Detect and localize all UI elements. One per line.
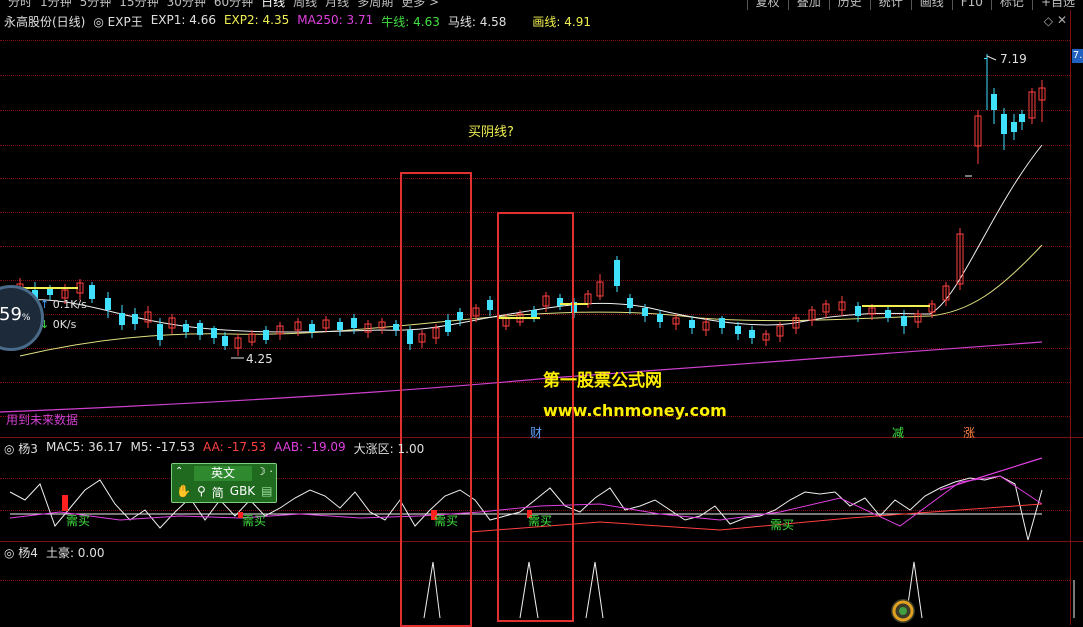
speed-percent-value: 59 <box>0 304 22 325</box>
buy-signal-label: 需买 <box>770 518 795 532</box>
low-price-label: 4.25 <box>246 352 273 366</box>
upload-rate: ↑ 0.1K/s <box>40 298 87 311</box>
future-data-note: 用到未来数据 <box>6 413 79 427</box>
chevron-expand-icon[interactable]: ⌃ <box>175 466 183 477</box>
buy-signal-label: 需买 <box>434 514 459 528</box>
sub-panel-2-name-text: 杨4 <box>18 546 38 560</box>
watermark-title: 第一股票公式网 <box>543 371 662 391</box>
legend-aab: AAB: -19.09 <box>274 440 346 454</box>
search-icon[interactable]: ⚲ <box>197 484 206 501</box>
legend-aa: AA: -17.53 <box>203 440 267 454</box>
ime-mode-button[interactable]: 英文 <box>194 466 252 481</box>
hand-icon[interactable]: ✋ <box>176 484 191 501</box>
ime-encoding-button[interactable]: GBK <box>230 484 255 501</box>
watermark-url: www.chnmoney.com <box>543 401 727 420</box>
buy-signal-label: 需买 <box>242 514 267 528</box>
speed-percent: 59% <box>0 304 30 325</box>
keyboard-icon[interactable]: ▤ <box>261 484 272 501</box>
sub-panel-2-header: ◎ 杨4 土豪: 0.00 <box>4 544 105 561</box>
arrow-up-icon: ↑ <box>40 298 50 311</box>
legend-mac5: MAC5: 36.17 <box>45 440 123 454</box>
legend-dazhangqu: 大涨区: 1.00 <box>353 442 425 456</box>
legend-tuhao: 土豪: 0.00 <box>45 546 105 560</box>
marker-jian: 减 <box>892 426 905 440</box>
high-price-label: 7.19 <box>1000 52 1027 66</box>
app-logo-icon <box>891 599 915 623</box>
sub-panel-1-name-text: 杨3 <box>18 442 38 456</box>
ime-simplified-button[interactable]: 简 <box>212 484 224 501</box>
legend-m5: M5: -17.53 <box>130 440 196 454</box>
buy-signal-label: 需买 <box>66 514 91 528</box>
highlight-box <box>400 172 472 627</box>
sub-panel-2-name[interactable]: ◎ 杨4 <box>4 544 38 561</box>
arrow-down-icon: ↓ <box>40 318 50 331</box>
sub-panel-1-header: ◎ 杨3 MAC5: 36.17 M5: -17.53 AA: -17.53 A… <box>4 440 424 457</box>
marker-zhang: 涨 <box>963 426 976 440</box>
download-rate: ↓ 0K/s <box>40 318 76 331</box>
download-rate-value: 0K/s <box>52 318 77 331</box>
sub-panel-1-name[interactable]: ◎ 杨3 <box>4 440 38 457</box>
upload-rate-value: 0.1K/s <box>52 298 87 311</box>
annotation-question: 买阴线? <box>468 125 514 140</box>
ime-options: ✋ ⚲ 简 GBK ▤ <box>176 484 273 501</box>
speed-percent-suffix: % <box>21 313 31 323</box>
ime-toolbar[interactable]: ⌃ 英文 ☽ · ✋ ⚲ 简 GBK ▤ <box>171 463 277 503</box>
moon-icon[interactable]: ☽ · <box>256 465 273 478</box>
buy-signal-label: 需买 <box>528 514 553 528</box>
